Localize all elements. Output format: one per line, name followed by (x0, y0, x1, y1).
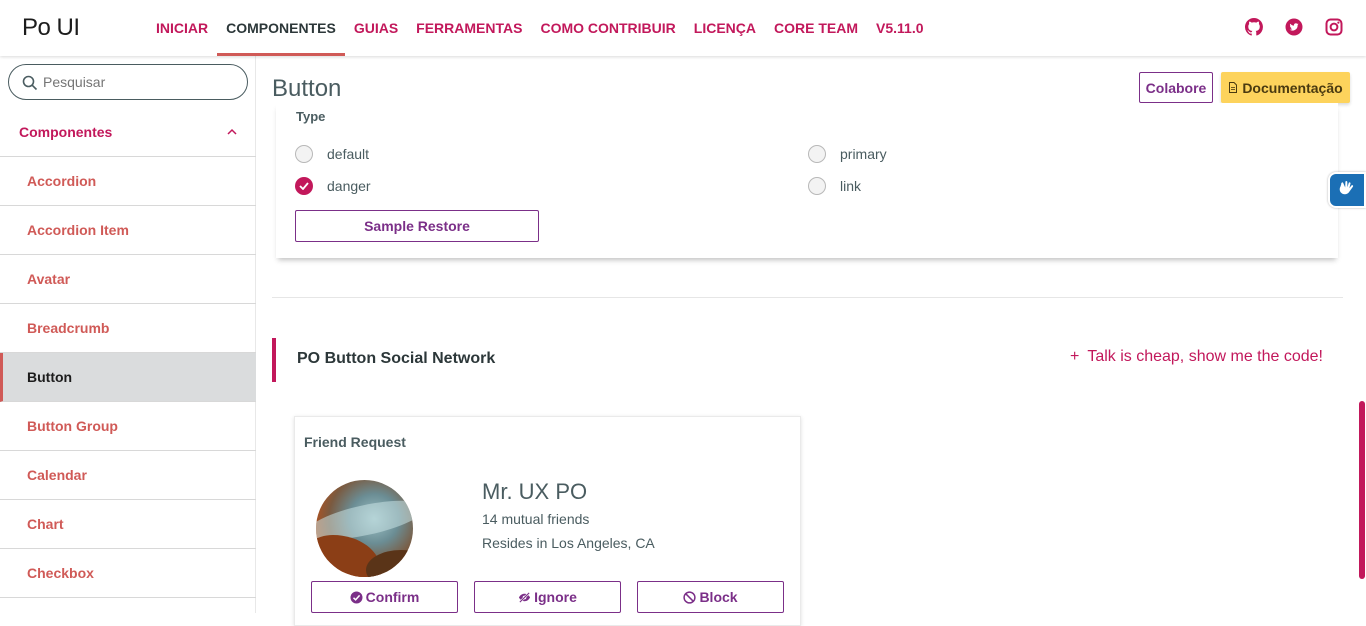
sidebar-item-accordion[interactable]: Accordion (0, 157, 256, 206)
page-title: Button (272, 75, 342, 102)
sample-restore-button[interactable]: Sample Restore (295, 210, 539, 242)
radio-danger[interactable]: danger (295, 177, 371, 195)
radio-label: danger (327, 178, 371, 194)
sidebar-item-accordion-item[interactable]: Accordion Item (0, 206, 256, 255)
top-bar: Po UI INICIAR COMPONENTES GUIAS FERRAMEN… (0, 0, 1366, 56)
sidebar-item-calendar[interactable]: Calendar (0, 451, 256, 500)
sidebar-item-avatar[interactable]: Avatar (0, 255, 256, 304)
friend-request-card: Friend Request Mr. UX PO 14 mutual frien… (294, 416, 801, 626)
documentation-label: Documentação (1242, 79, 1343, 96)
search-box[interactable] (8, 64, 248, 100)
radio-circle[interactable] (808, 177, 826, 195)
block-label: Block (699, 589, 738, 605)
menu-group-label: Componentes (19, 124, 113, 140)
avatar (316, 480, 413, 577)
sample-card: Type default primary danger link Sample … (276, 103, 1338, 258)
type-label: Type (296, 109, 326, 124)
nav-item-componentes[interactable]: COMPONENTES (217, 0, 345, 56)
radio-circle[interactable] (808, 145, 826, 163)
block-icon (683, 590, 697, 604)
show-code-label: Talk is cheap, show me the code! (1087, 348, 1323, 365)
documentation-button[interactable]: Documentação (1221, 72, 1350, 103)
ignore-label: Ignore (534, 589, 577, 605)
section-title: PO Button Social Network (297, 350, 496, 367)
check-icon (299, 182, 309, 190)
eye-off-icon (519, 591, 531, 603)
colabore-button[interactable]: Colabore (1139, 72, 1213, 103)
plus-icon: + (1069, 348, 1080, 365)
menu-list: Accordion Accordion Item Avatar Breadcru… (0, 157, 256, 598)
search-input[interactable] (43, 71, 238, 93)
section-accent-bar (272, 338, 276, 382)
nav-item-version[interactable]: V5.11.0 (867, 0, 933, 56)
block-button[interactable]: Block (637, 581, 784, 613)
instagram-icon[interactable] (1324, 17, 1344, 37)
document-icon (1229, 82, 1238, 93)
nav-item-como-contribuir[interactable]: COMO CONTRIBUIR (531, 0, 684, 56)
sidebar-item-checkbox[interactable]: Checkbox (0, 549, 256, 598)
confirm-label: Confirm (365, 589, 420, 605)
radio-circle[interactable] (295, 145, 313, 163)
accessibility-widget[interactable] (1328, 172, 1366, 208)
radio-label: link (840, 178, 862, 194)
social-links (1244, 17, 1344, 37)
ignore-button[interactable]: Ignore (474, 581, 621, 613)
check-circle-icon (350, 591, 363, 603)
sidebar-item-chart[interactable]: Chart (0, 500, 256, 549)
confirm-button[interactable]: Confirm (311, 581, 458, 613)
nav-item-licenca[interactable]: LICENÇA (685, 0, 765, 56)
search-icon (22, 75, 38, 91)
app-logo[interactable]: Po UI (22, 14, 80, 42)
person-name: Mr. UX PO (482, 479, 588, 504)
nav-item-ferramentas[interactable]: FERRAMENTAS (407, 0, 531, 56)
section-divider (272, 297, 1343, 298)
sidebar-item-button[interactable]: Button (0, 353, 256, 402)
radio-link[interactable]: link (808, 177, 861, 195)
radio-circle-checked[interactable] (295, 177, 313, 195)
main-nav: INICIAR COMPONENTES GUIAS FERRAMENTAS CO… (147, 0, 933, 56)
chevron-up-icon[interactable] (226, 126, 238, 138)
sidebar-item-breadcrumb[interactable]: Breadcrumb (0, 304, 256, 353)
mutual-friends: 14 mutual friends (482, 511, 590, 527)
github-icon[interactable] (1244, 17, 1264, 37)
show-code-link[interactable]: + Talk is cheap, show me the code! (1070, 348, 1323, 366)
location: Resides in Los Angeles, CA (482, 535, 655, 551)
sign-language-icon (1339, 181, 1354, 195)
menu-group-componentes[interactable]: Componentes (0, 108, 256, 157)
nav-item-core-team[interactable]: CORE TEAM (765, 0, 867, 56)
radio-label: primary (840, 146, 887, 162)
scrollbar[interactable] (1359, 401, 1365, 579)
sidebar: Componentes Accordion Accordion Item Ava… (0, 56, 256, 613)
radio-label: default (327, 146, 370, 162)
nav-item-iniciar[interactable]: INICIAR (147, 0, 217, 56)
twitter-icon[interactable] (1284, 17, 1304, 37)
nav-item-guias[interactable]: GUIAS (345, 0, 407, 56)
radio-primary[interactable]: primary (808, 145, 887, 163)
radio-default[interactable]: default (295, 145, 369, 163)
sidebar-item-button-group[interactable]: Button Group (0, 402, 256, 451)
friend-card-title: Friend Request (304, 434, 406, 450)
